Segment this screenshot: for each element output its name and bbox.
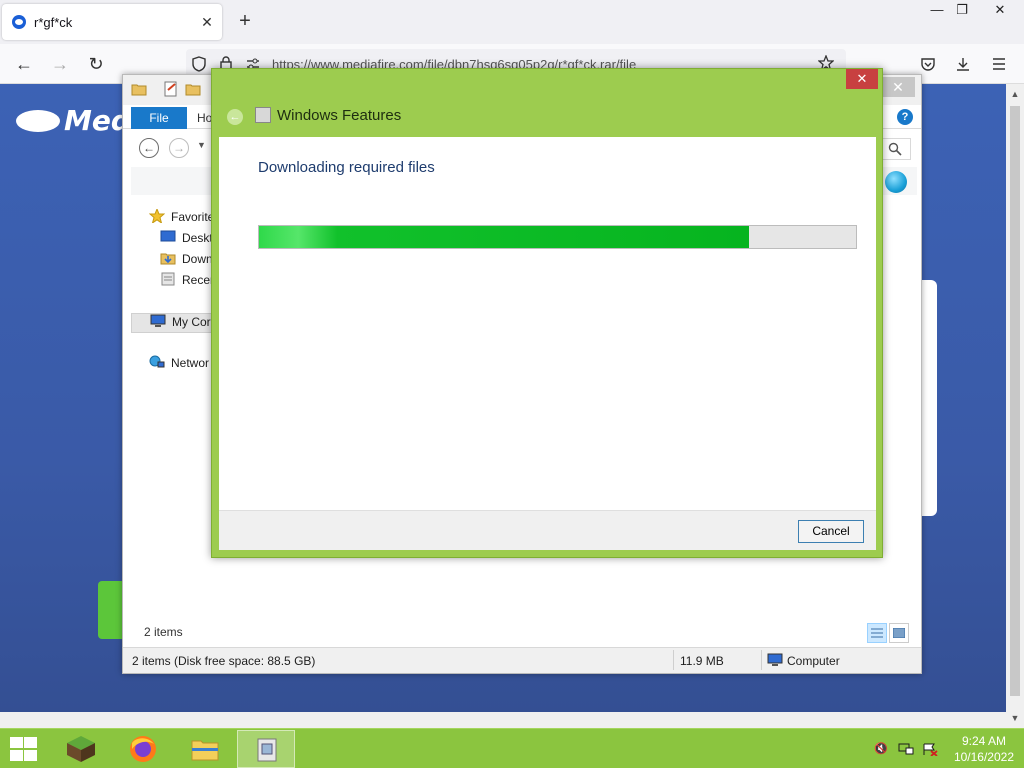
sidebar-item-network[interactable]: Networ bbox=[149, 355, 209, 375]
windows-logo-icon bbox=[24, 737, 37, 748]
browser-tab-bar: r*gf*ck ✕ + — ❐ ✕ bbox=[0, 0, 1024, 44]
clock-date: 10/16/2022 bbox=[953, 750, 1014, 764]
sidebar-item-label: Down bbox=[182, 252, 213, 266]
minecraft-icon bbox=[67, 736, 95, 762]
windows-features-icon bbox=[255, 107, 271, 123]
status-divider bbox=[761, 650, 762, 670]
taskbar-firefox[interactable] bbox=[114, 730, 172, 768]
system-clock[interactable]: 9:24 AM 10/16/2022 bbox=[954, 733, 1014, 765]
dialog-footer: Cancel bbox=[219, 510, 876, 550]
page-scrollbar[interactable]: ▲ ▼ bbox=[1006, 84, 1024, 728]
sidebar-item-downloads[interactable]: Down bbox=[160, 251, 213, 271]
download-button[interactable] bbox=[98, 581, 124, 639]
status-location: Computer bbox=[787, 654, 840, 668]
restore-button[interactable]: ❐ bbox=[943, 0, 981, 22]
firefox-icon bbox=[130, 736, 156, 762]
dialog-content: Downloading required files bbox=[219, 137, 876, 510]
clock-time: 9:24 AM bbox=[961, 734, 1006, 748]
scroll-down-icon[interactable]: ▼ bbox=[1006, 710, 1024, 726]
dialog-back-button[interactable]: ← bbox=[227, 109, 243, 125]
volume-muted-icon[interactable]: 🔇 bbox=[874, 743, 888, 755]
recent-places-icon bbox=[161, 272, 175, 286]
help-icon[interactable]: ? bbox=[897, 109, 913, 125]
globe-icon[interactable] bbox=[885, 171, 907, 193]
dialog-heading: Downloading required files bbox=[258, 159, 435, 176]
sidebar-item-label: Deskt bbox=[182, 231, 213, 245]
large-icons-view-icon bbox=[893, 628, 905, 638]
mediafire-favicon-icon bbox=[12, 15, 26, 29]
sidebar-item-label: Networ bbox=[171, 356, 210, 370]
downloads-folder-icon bbox=[160, 253, 176, 265]
windows-logo-icon bbox=[10, 737, 23, 748]
windows-features-dialog: ✕ ← Windows Features Downloading require… bbox=[211, 68, 883, 558]
sidebar-item-label: My Cor bbox=[172, 315, 211, 329]
folder-icon bbox=[131, 84, 147, 96]
desktop-icon bbox=[160, 230, 176, 242]
reload-button[interactable]: ↻ bbox=[85, 53, 107, 75]
item-count: 2 items bbox=[144, 625, 183, 639]
tab-close-icon[interactable]: ✕ bbox=[198, 13, 216, 31]
taskbar-minecraft[interactable] bbox=[52, 730, 110, 768]
explorer-close-button[interactable]: ✕ bbox=[881, 77, 915, 97]
sidebar-item-recent-places[interactable]: Recer bbox=[160, 272, 214, 292]
computer-icon bbox=[150, 314, 166, 327]
forward-button[interactable]: → bbox=[49, 53, 71, 75]
menu-icon[interactable] bbox=[991, 57, 1007, 71]
network-icon bbox=[149, 355, 165, 368]
sidebar-item-label: Favorite bbox=[171, 210, 215, 224]
sidebar-item-label: Recer bbox=[182, 273, 215, 287]
tab-title: r*gf*ck bbox=[34, 15, 73, 30]
explorer-search-box[interactable] bbox=[881, 138, 911, 160]
status-divider bbox=[673, 650, 674, 670]
explorer-status-bar: 2 items (Disk free space: 88.5 GB) 11.9 … bbox=[123, 647, 921, 673]
pocket-icon[interactable] bbox=[920, 56, 936, 72]
windows-logo-icon bbox=[24, 750, 37, 761]
horizontal-scrollbar[interactable] bbox=[0, 712, 1006, 728]
action-center-icon[interactable] bbox=[922, 743, 938, 756]
star-icon bbox=[149, 209, 165, 223]
windows-features-icon bbox=[257, 738, 277, 762]
sidebar-item-desktop[interactable]: Deskt bbox=[160, 230, 213, 250]
windows-logo-icon bbox=[10, 750, 23, 761]
downloads-icon[interactable] bbox=[955, 56, 971, 72]
explorer-forward-button[interactable]: → bbox=[169, 138, 189, 158]
mediafire-logo-mark-icon bbox=[16, 110, 60, 132]
taskbar-windows-features[interactable] bbox=[237, 730, 295, 768]
status-summary: 2 items (Disk free space: 88.5 GB) bbox=[132, 654, 316, 668]
start-button[interactable] bbox=[8, 737, 38, 761]
explorer-back-button[interactable]: ← bbox=[139, 138, 159, 158]
window-close-button[interactable]: ✕ bbox=[981, 0, 1019, 22]
large-icons-view-button[interactable] bbox=[889, 623, 909, 643]
recent-locations-dropdown-icon[interactable]: ▼ bbox=[197, 140, 206, 150]
computer-icon bbox=[767, 653, 783, 666]
scroll-up-icon[interactable]: ▲ bbox=[1006, 86, 1024, 102]
taskbar-file-explorer[interactable] bbox=[176, 730, 234, 768]
progress-fill bbox=[259, 226, 749, 248]
dialog-title: Windows Features bbox=[277, 107, 402, 124]
new-tab-button[interactable]: + bbox=[234, 10, 256, 32]
sidebar-item-favorites[interactable]: Favorite bbox=[149, 209, 214, 229]
download-progress-bar bbox=[258, 225, 857, 249]
cancel-button[interactable]: Cancel bbox=[798, 520, 864, 543]
file-tab[interactable]: File bbox=[131, 107, 187, 129]
status-size: 11.9 MB bbox=[680, 654, 724, 668]
file-explorer-icon bbox=[191, 740, 219, 761]
shield-icon[interactable] bbox=[192, 56, 206, 72]
scrollbar-thumb[interactable] bbox=[1010, 106, 1020, 696]
search-icon bbox=[888, 142, 902, 156]
back-button[interactable]: ← bbox=[13, 53, 35, 75]
taskbar: 🔇 9:24 AM 10/16/2022 bbox=[0, 728, 1024, 768]
details-view-icon bbox=[871, 628, 883, 638]
properties-icon[interactable] bbox=[163, 81, 179, 97]
network-status-icon[interactable] bbox=[898, 743, 914, 756]
details-view-button[interactable] bbox=[867, 623, 887, 643]
new-folder-icon[interactable] bbox=[185, 81, 201, 97]
dialog-close-button[interactable]: ✕ bbox=[846, 69, 878, 89]
browser-tab[interactable]: r*gf*ck ✕ bbox=[2, 4, 222, 40]
